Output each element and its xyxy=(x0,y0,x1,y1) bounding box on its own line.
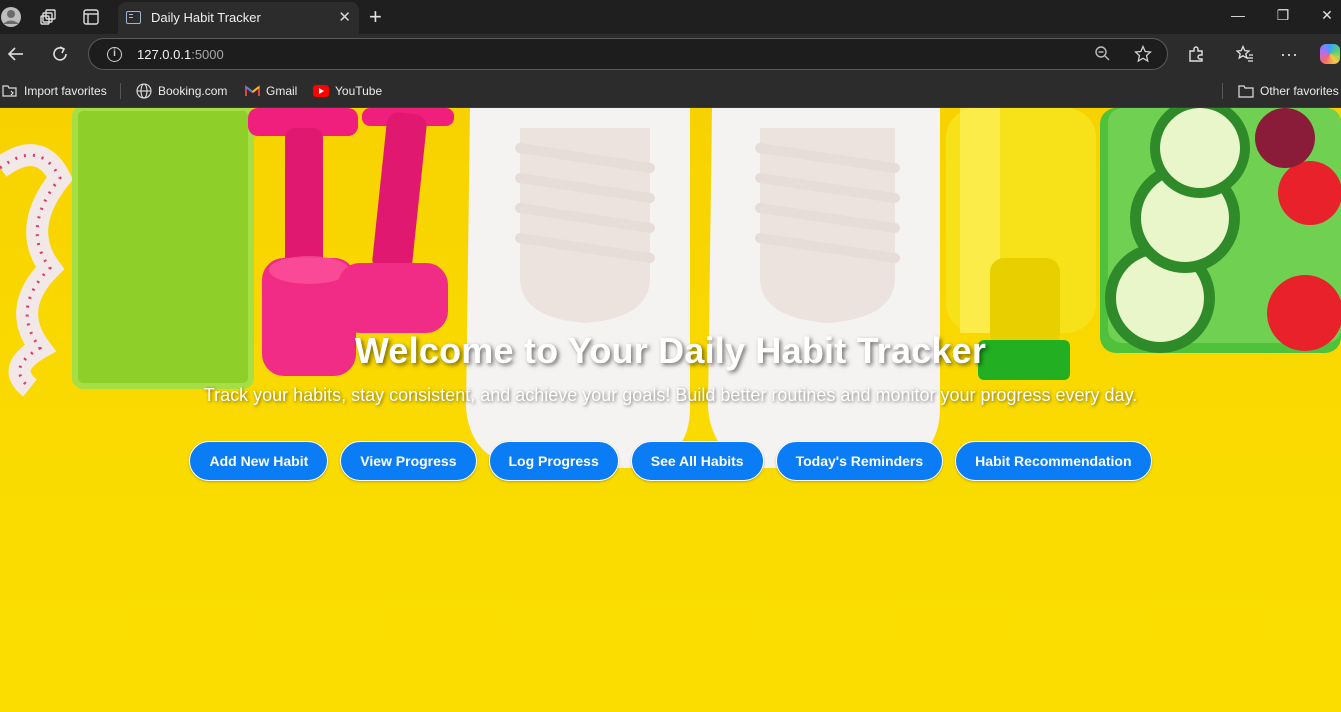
view-progress-button[interactable]: View Progress xyxy=(340,441,477,481)
bookmark-label: Gmail xyxy=(266,84,298,98)
more-icon[interactable]: ··· xyxy=(1277,42,1301,66)
sneaker-icon xyxy=(708,108,940,468)
sneaker-icon xyxy=(466,108,690,468)
folder-icon xyxy=(1238,85,1254,98)
bookmark-label: Booking.com xyxy=(158,84,228,98)
page-content: Welcome to Your Daily Habit Tracker Trac… xyxy=(0,108,1341,712)
bookmark-booking[interactable]: Booking.com xyxy=(136,82,227,100)
navigation-bar: i 127.0.0.1:5000 ··· xyxy=(0,34,1341,74)
bookmark-label: Import favorites xyxy=(24,84,107,98)
copilot-icon[interactable] xyxy=(1320,44,1340,64)
workspaces-icon[interactable] xyxy=(38,6,60,28)
tab-title: Daily Habit Tracker xyxy=(151,10,261,25)
bookmark-other-favorites[interactable]: Other favorites xyxy=(1238,82,1339,100)
dumbbell-icon xyxy=(338,108,454,333)
action-buttons: Add New Habit View Progress Log Progress… xyxy=(0,441,1341,481)
profile-icon[interactable] xyxy=(0,6,22,28)
globe-icon xyxy=(136,83,152,99)
salad-icon xyxy=(1100,108,1341,353)
info-icon[interactable]: i xyxy=(107,47,122,62)
bookmark-gmail[interactable]: Gmail xyxy=(245,82,297,100)
bookmarks-bar: Import favorites Booking.com Gmail YouTu… xyxy=(0,74,1341,108)
favorites-icon[interactable] xyxy=(1233,42,1257,66)
restore-icon[interactable]: ❐ xyxy=(1273,7,1293,24)
habit-recommendation-button[interactable]: Habit Recommendation xyxy=(955,441,1152,481)
address-bar[interactable]: i 127.0.0.1:5000 xyxy=(88,38,1168,70)
close-window-icon[interactable]: ✕ xyxy=(1317,7,1337,24)
url-port: :5000 xyxy=(191,47,224,62)
bookmark-separator xyxy=(120,83,121,99)
active-tab[interactable]: Daily Habit Tracker ✕ xyxy=(118,2,359,34)
minimize-icon[interactable]: — xyxy=(1228,7,1248,23)
hero-section: Welcome to Your Daily Habit Tracker Trac… xyxy=(0,330,1341,406)
close-tab-icon[interactable]: ✕ xyxy=(338,8,351,26)
url-host: 127.0.0.1 xyxy=(137,47,192,62)
bookmark-label: YouTube xyxy=(335,84,383,98)
log-progress-button[interactable]: Log Progress xyxy=(488,441,619,481)
url-text[interactable]: 127.0.0.1:5000 xyxy=(137,47,224,62)
back-arrow-icon[interactable] xyxy=(4,42,28,66)
page-favicon-icon xyxy=(126,11,141,24)
star-icon[interactable] xyxy=(1133,44,1153,67)
zoom-icon[interactable] xyxy=(1094,45,1110,65)
page-subtitle: Track your habits, stay consistent, and … xyxy=(203,385,1138,405)
new-tab-icon[interactable]: + xyxy=(369,4,382,30)
bookmark-label: Other favorites xyxy=(1260,84,1339,98)
tab-bar: Daily Habit Tracker ✕ + — ❐ ✕ xyxy=(0,0,1341,34)
youtube-icon xyxy=(313,85,329,97)
extensions-icon[interactable] xyxy=(1184,42,1208,66)
see-all-habits-button[interactable]: See All Habits xyxy=(630,441,764,481)
todays-reminders-button[interactable]: Today's Reminders xyxy=(775,441,944,481)
bookmark-youtube[interactable]: YouTube xyxy=(313,82,382,100)
page-title: Welcome to Your Daily Habit Tracker xyxy=(354,330,987,371)
reload-icon[interactable] xyxy=(48,42,72,66)
import-icon xyxy=(2,85,17,97)
gmail-icon xyxy=(245,85,260,96)
bookmark-separator xyxy=(1222,83,1223,99)
bookmark-import-favorites[interactable]: Import favorites xyxy=(2,82,107,100)
add-new-habit-button[interactable]: Add New Habit xyxy=(189,441,329,481)
tab-actions-icon[interactable] xyxy=(80,6,102,28)
